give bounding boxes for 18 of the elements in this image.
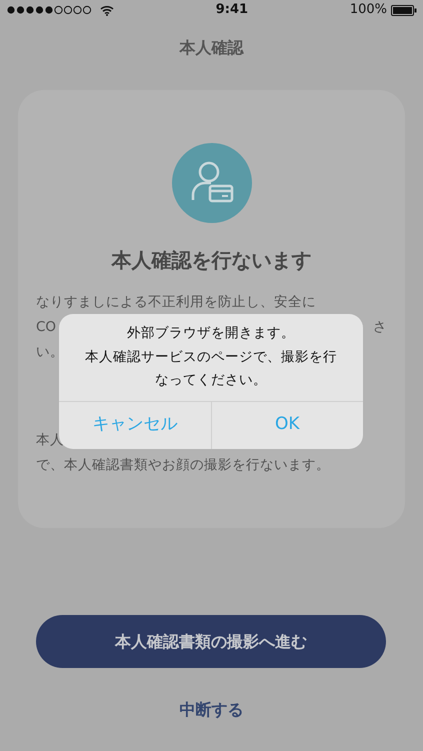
dialog-message: 外部ブラウザを開きます。	[126, 324, 296, 343]
dialog-button[interactable]: OK	[210, 402, 363, 448]
cancel-link[interactable]: 中断する	[180, 700, 244, 719]
dialog-message: 本人確認サービスのページで、撮影を行なってください。	[85, 348, 337, 390]
person-id-card-icon	[172, 143, 252, 223]
screen-title: 本人確認	[180, 37, 244, 59]
battery-icon	[390, 4, 417, 16]
proceed-button[interactable]: 本人確認書類の撮影へ進む	[36, 615, 386, 668]
card-heading: 本人確認を行ないます	[112, 247, 312, 274]
body-text: CO	[36, 318, 56, 337]
body-text: で、本人確認書類やお顔の撮影を行ないます。	[36, 456, 330, 475]
wifi-icon	[100, 4, 114, 16]
battery-percent: 100%	[350, 1, 387, 20]
body-text: い。	[36, 343, 64, 362]
body-text: 本人	[36, 431, 64, 450]
body-text: なりすましによる不正利用を防止し、安全に	[36, 293, 316, 312]
status-time: 9:41	[216, 1, 248, 20]
body-text: さ	[373, 318, 387, 337]
